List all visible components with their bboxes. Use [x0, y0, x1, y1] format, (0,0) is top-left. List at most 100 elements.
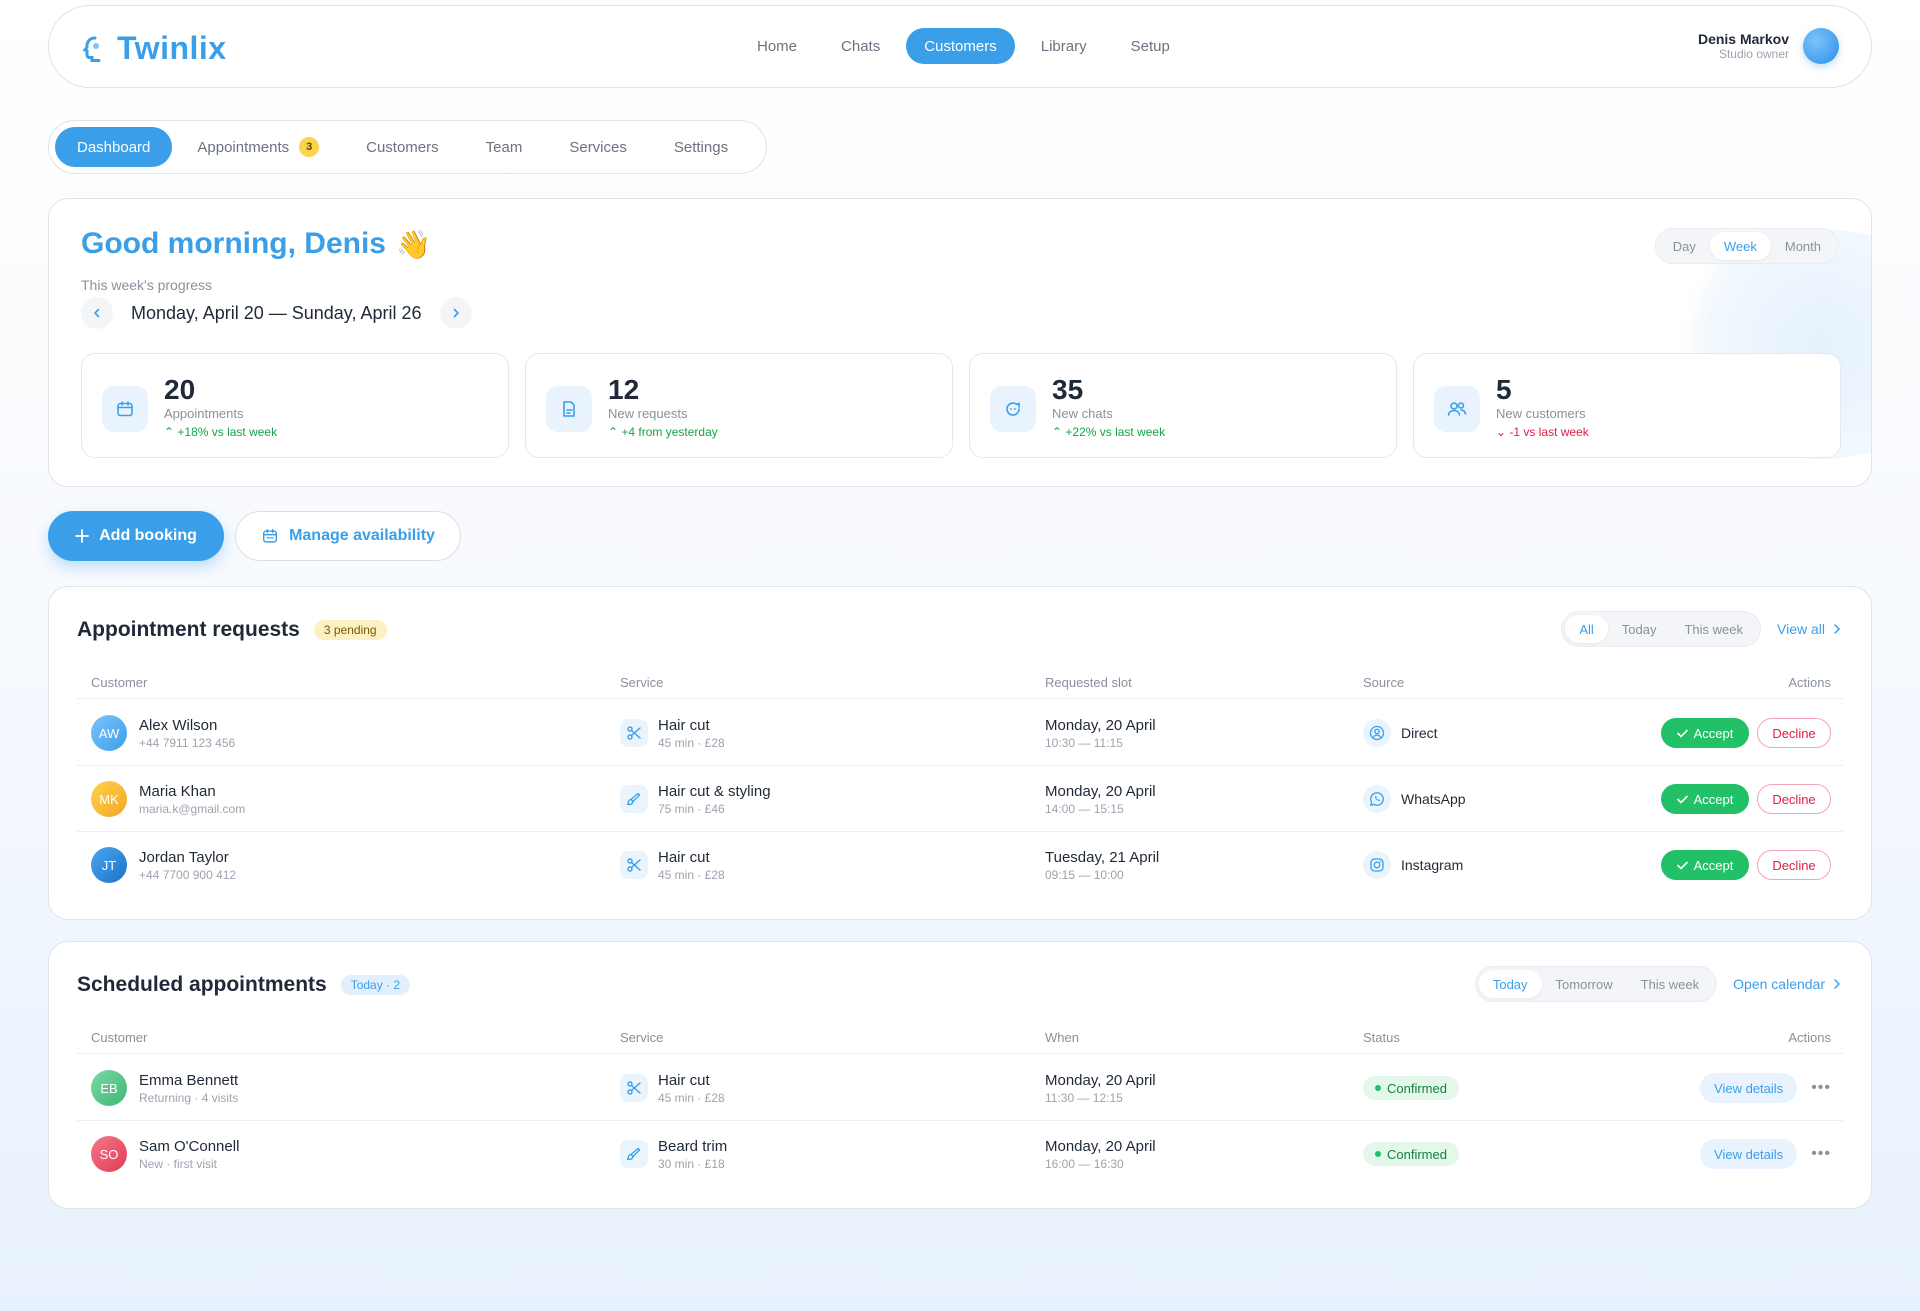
accept-button[interactable]: Accept: [1661, 718, 1749, 748]
appointment-requests-card: Appointment requests 3 pending All Today…: [48, 586, 1872, 920]
scissors-icon: [620, 1074, 648, 1102]
status-badge: Confirmed: [1363, 1076, 1459, 1100]
slot-time: 09:15 — 10:00: [1045, 867, 1124, 882]
user-menu[interactable]: Denis Markov Studio owner: [1698, 28, 1839, 64]
col-service: Service: [620, 1030, 664, 1045]
when-day: Monday, 20 April: [1045, 1071, 1156, 1089]
avatar: MK: [91, 781, 127, 817]
range-week[interactable]: Week: [1709, 232, 1771, 260]
user-name: Denis Markov: [1697, 31, 1789, 47]
top-bar: Twinlix Home Chats Customers Library Set…: [48, 5, 1872, 88]
greeting: Good morning, Denis 👋: [81, 227, 431, 261]
nav-customers[interactable]: Customers: [906, 28, 1015, 64]
service-meta: 75 min · £46: [658, 801, 725, 816]
scissors-icon: [620, 719, 648, 747]
tab-dashboard-label: Dashboard: [77, 138, 151, 156]
slot-day: Monday, 20 April: [1045, 716, 1156, 734]
filter-all[interactable]: All: [1565, 615, 1608, 643]
view-all-link[interactable]: View all: [1777, 621, 1841, 637]
table-row: MK Maria Khan maria.k@gmail.com Hair cut …: [77, 766, 1843, 832]
brush-icon: [620, 1140, 648, 1168]
trend-up-icon: ⌃: [1052, 425, 1066, 439]
stat-delta: ⌃ +18% vs last week: [164, 425, 277, 439]
chevron-left-icon: [93, 308, 100, 318]
service-meta: 45 min · £28: [658, 1090, 725, 1105]
service-cell: Hair cut & styling 75 min · £46: [620, 766, 771, 832]
stat-label: New customers: [1496, 406, 1586, 421]
tab-team[interactable]: Team: [464, 127, 545, 167]
accept-button[interactable]: Accept: [1661, 850, 1749, 880]
range-month[interactable]: Month: [1771, 232, 1835, 260]
chat-icon: [990, 386, 1036, 432]
manage-availability-label: Manage availability: [289, 527, 435, 544]
trend-up-icon: ⌃: [608, 425, 622, 439]
main-nav: Home Chats Customers Library Setup: [739, 28, 1196, 64]
when-cell: Monday, 20 April 11:30 — 12:15: [1045, 1055, 1156, 1121]
service-name: Hair cut: [658, 716, 710, 734]
trend-up-icon: ⌃: [164, 425, 178, 439]
tab-settings[interactable]: Settings: [652, 127, 750, 167]
filter-tomorrow[interactable]: Tomorrow: [1542, 970, 1627, 998]
user-avatar[interactable]: [1803, 28, 1839, 64]
status-dot-icon: [1375, 1151, 1381, 1157]
prev-week-button[interactable]: [81, 297, 113, 329]
next-week-button[interactable]: [439, 297, 472, 329]
filter-this-week[interactable]: This week: [1627, 970, 1714, 998]
stat-delta-text: +18% vs last week: [177, 425, 278, 439]
decline-button[interactable]: Decline: [1757, 718, 1831, 748]
stat-value: 12: [608, 374, 640, 405]
status-cell: Confirmed: [1363, 1121, 1459, 1187]
view-details-button[interactable]: View details: [1700, 1073, 1798, 1103]
status-badge: Confirmed: [1363, 1142, 1459, 1166]
open-calendar-link[interactable]: Open calendar: [1733, 976, 1841, 992]
scheduled-controls: Today Tomorrow This week Open calendar: [1474, 966, 1841, 1002]
decline-button[interactable]: Decline: [1757, 850, 1831, 880]
logo-icon: [82, 36, 101, 62]
service-meta: 45 min · £28: [658, 735, 725, 750]
manage-availability-button[interactable]: Manage availability: [235, 511, 461, 561]
avatar: EB: [91, 1070, 127, 1106]
source-cell: WhatsApp: [1363, 766, 1466, 832]
stat-value: 35: [1052, 374, 1084, 405]
nav-library[interactable]: Library: [1023, 28, 1105, 64]
stat-delta: ⌃ +4 from yesterday: [608, 425, 718, 439]
more-options-icon[interactable]: •••: [1811, 1079, 1831, 1097]
filter-today[interactable]: Today: [1608, 615, 1671, 643]
range-day[interactable]: Day: [1659, 232, 1710, 260]
decline-button[interactable]: Decline: [1757, 784, 1831, 814]
customer-meta: Returning · 4 visits: [139, 1090, 239, 1105]
service-cell: Hair cut 45 min · £28: [620, 1055, 725, 1121]
accept-button[interactable]: Accept: [1661, 784, 1749, 814]
service-name: Beard trim: [658, 1137, 728, 1155]
status-dot-icon: [1375, 1085, 1381, 1091]
customer-cell: SO Sam O'Connell New · first visit: [91, 1121, 239, 1187]
nav-setup[interactable]: Setup: [1113, 28, 1188, 64]
range-toggle: Day Week Month: [1654, 228, 1839, 264]
tab-appointments-label: Appointments: [197, 138, 290, 156]
check-icon: [1676, 729, 1688, 738]
filter-this-week[interactable]: This week: [1670, 615, 1757, 643]
view-details-button[interactable]: View details: [1700, 1139, 1798, 1169]
plus-icon: [75, 529, 90, 543]
accept-label: Accept: [1693, 725, 1734, 741]
stat-label: New chats: [1052, 406, 1113, 421]
scheduled-table-header: Customer Service When Status Actions: [77, 1020, 1843, 1054]
tab-appointments[interactable]: Appointments 3: [175, 127, 341, 167]
nav-home[interactable]: Home: [739, 28, 815, 64]
logo[interactable]: Twinlix: [81, 30, 227, 67]
view-all-label: View all: [1777, 621, 1825, 637]
filter-today[interactable]: Today: [1478, 970, 1542, 998]
stat-card-customers: 5 New customers ⌄ -1 vs last week: [1413, 353, 1841, 458]
nav-chats[interactable]: Chats: [823, 28, 898, 64]
actions-cell: Accept Decline: [1661, 700, 1831, 766]
customer-cell: AW Alex Wilson +44 7911 123 456: [91, 700, 235, 766]
week-navigator: Monday, April 20 — Sunday, April 26: [81, 297, 472, 329]
today-count-badge: Today · 2: [340, 975, 411, 995]
tab-customers[interactable]: Customers: [344, 127, 461, 167]
table-row: SO Sam O'Connell New · first visit Beard …: [77, 1121, 1843, 1187]
tab-dashboard[interactable]: Dashboard: [55, 127, 173, 167]
source-cell: Direct: [1363, 700, 1438, 766]
more-options-icon[interactable]: •••: [1811, 1145, 1831, 1163]
add-booking-button[interactable]: Add booking: [48, 511, 224, 561]
tab-services[interactable]: Services: [547, 127, 649, 167]
